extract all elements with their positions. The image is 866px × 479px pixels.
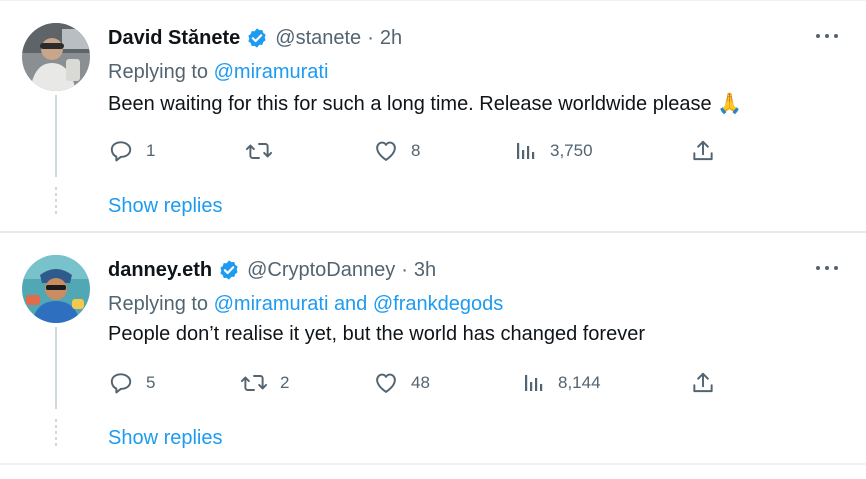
reply-icon: [108, 370, 134, 396]
tweet-text-content: People don’t realise it yet, but the wor…: [108, 323, 645, 345]
more-icon[interactable]: [816, 31, 838, 41]
timestamp[interactable]: 3h: [414, 259, 436, 282]
share-button[interactable]: [690, 369, 716, 397]
replying-prefix: Replying to: [108, 61, 209, 83]
reply-button[interactable]: 1: [108, 137, 155, 165]
retweet-icon: [240, 370, 268, 396]
retweet-icon: [245, 138, 273, 164]
like-icon: [373, 370, 399, 396]
like-button[interactable]: 8: [373, 137, 420, 165]
mention-link[interactable]: @miramurati: [214, 61, 329, 83]
tweet-text: People don’t realise it yet, but the wor…: [108, 323, 645, 346]
thread-dots: [55, 187, 57, 217]
like-icon: [373, 138, 399, 164]
timestamp[interactable]: 2h: [380, 27, 402, 50]
share-icon: [690, 370, 716, 396]
replying-to: Replying to @miramurati: [108, 61, 328, 84]
reply-count: 1: [146, 141, 156, 160]
display-name[interactable]: danney.eth: [108, 259, 212, 282]
show-replies-link[interactable]: Show replies: [108, 427, 223, 450]
reply-feed: David Stănete @stanete · 2h Replying to …: [0, 0, 866, 479]
like-count: 8: [411, 141, 421, 160]
mention-link[interactable]: @miramurati and @frankdegods: [214, 293, 504, 315]
folded-hands-emoji: 🙏: [717, 93, 743, 115]
share-icon: [690, 138, 716, 164]
thread-dots: [55, 419, 57, 449]
action-bar: 5 2 48 8,144: [0, 369, 866, 397]
views-count: 3,750: [550, 141, 593, 160]
views-count: 8,144: [558, 373, 601, 392]
show-replies-link[interactable]: Show replies: [108, 195, 223, 218]
views-button[interactable]: 3,750: [514, 137, 593, 165]
retweet-count: 2: [280, 373, 290, 392]
handle[interactable]: @stanete: [275, 27, 361, 50]
action-bar: 1 8 3,750: [0, 137, 866, 165]
like-count: 48: [411, 373, 430, 392]
reply-count: 5: [146, 373, 156, 392]
replying-to: Replying to @miramurati and @frankdegods: [108, 293, 503, 316]
retweet-button[interactable]: [245, 137, 285, 165]
views-icon: [514, 139, 538, 163]
tweet-text: Been waiting for this for such a long ti…: [108, 91, 742, 116]
tweet[interactable]: danney.eth @CryptoDanney · 3h Replying t…: [0, 233, 866, 465]
avatar[interactable]: [22, 255, 90, 323]
separator: ·: [367, 26, 374, 49]
separator: ·: [401, 258, 408, 281]
views-icon: [522, 371, 546, 395]
verified-icon: [218, 259, 240, 281]
more-icon[interactable]: [816, 263, 838, 273]
replying-prefix: Replying to: [108, 293, 209, 315]
tweet-header: danney.eth @CryptoDanney · 3h: [108, 257, 436, 283]
share-button[interactable]: [690, 137, 716, 165]
retweet-button[interactable]: 2: [240, 369, 289, 397]
handle[interactable]: @CryptoDanney: [247, 259, 395, 282]
like-button[interactable]: 48: [373, 369, 430, 397]
verified-icon: [246, 27, 268, 49]
views-button[interactable]: 8,144: [522, 369, 601, 397]
reply-button[interactable]: 5: [108, 369, 155, 397]
avatar[interactable]: [22, 23, 90, 91]
tweet-text-content: Been waiting for this for such a long ti…: [108, 93, 712, 115]
tweet-header: David Stănete @stanete · 2h: [108, 25, 402, 51]
display-name[interactable]: David Stănete: [108, 27, 240, 50]
tweet[interactable]: David Stănete @stanete · 2h Replying to …: [0, 1, 866, 233]
reply-icon: [108, 138, 134, 164]
